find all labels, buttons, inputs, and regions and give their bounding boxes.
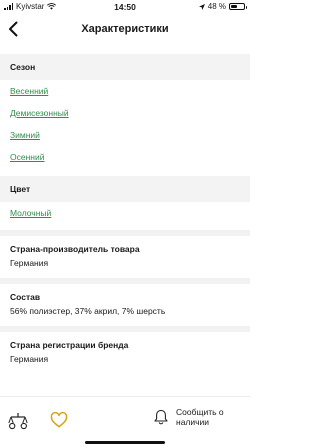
season-header: Сезон <box>0 54 250 80</box>
section-value: Германия <box>10 258 49 268</box>
section-title: Страна регистрации бренда <box>10 340 129 350</box>
season-link[interactable]: Весенний <box>10 80 240 102</box>
notify-availability-button[interactable]: Сообщить о наличии <box>154 407 228 427</box>
season-block: Сезон Весенний Демисезонный Зимний Осенн… <box>0 54 250 168</box>
bottom-bar: Сообщить о наличии <box>0 396 250 446</box>
season-list: Весенний Демисезонный Зимний Осенний <box>0 80 250 168</box>
section-value: 56% полиэстер, 37% акрил, 7% шерсть <box>10 306 166 316</box>
color-header: Цвет <box>0 176 250 202</box>
compare-button[interactable] <box>8 411 28 431</box>
location-icon <box>198 3 205 10</box>
season-link[interactable]: Осенний <box>10 146 240 168</box>
color-block: Цвет Молочный <box>0 176 250 224</box>
season-link[interactable]: Зимний <box>10 124 240 146</box>
characteristics-content: Сезон Весенний Демисезонный Зимний Осенн… <box>0 54 250 374</box>
section-title: Страна-производитель товара <box>10 244 140 254</box>
status-bar: Kyivstar 14:50 48 % <box>0 0 250 14</box>
color-link[interactable]: Молочный <box>10 202 240 224</box>
nav-bar: Характеристики <box>0 14 250 44</box>
composition-section: Состав 56% полиэстер, 37% акрил, 7% шерс… <box>0 278 250 326</box>
home-indicator <box>85 441 165 444</box>
battery-icon <box>229 3 247 10</box>
season-link[interactable]: Демисезонный <box>10 102 240 124</box>
manufacturer-country-section: Страна-производитель товара Германия <box>0 230 250 278</box>
bell-icon <box>154 409 168 425</box>
battery-percent: 48 % <box>207 2 226 11</box>
section-value: Германия <box>10 354 49 364</box>
brand-country-section: Страна регистрации бренда Германия <box>0 326 250 374</box>
notify-label: Сообщить о наличии <box>176 407 224 427</box>
page-title: Характеристики <box>81 23 169 35</box>
section-title: Состав <box>10 292 41 302</box>
favorite-button[interactable] <box>50 411 68 429</box>
heart-icon <box>50 411 68 428</box>
color-list: Молочный <box>0 202 250 224</box>
scales-icon <box>8 413 28 430</box>
back-button[interactable] <box>4 18 22 40</box>
chevron-left-icon <box>9 21 18 37</box>
status-right: 48 % <box>198 2 247 11</box>
